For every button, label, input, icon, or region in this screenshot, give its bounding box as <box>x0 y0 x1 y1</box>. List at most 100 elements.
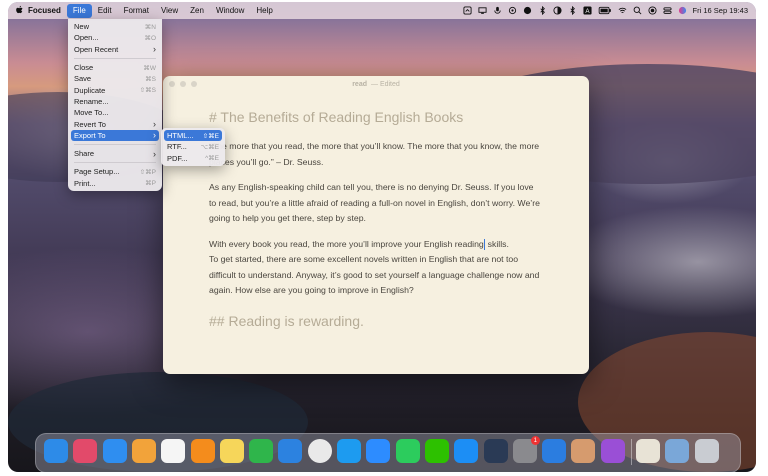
system-preferences-icon[interactable]: 1 <box>512 436 540 463</box>
submenu-item-html[interactable]: HTML... ⇧⌘E <box>164 130 222 142</box>
screenshot-icon[interactable] <box>462 6 472 15</box>
window-titlebar[interactable]: read — Edited <box>163 76 589 92</box>
menu-bar: Focused File Edit Format View Zen Window… <box>8 2 756 19</box>
menu-item-shortcut: ⌘P <box>145 180 156 188</box>
menu-item-revert-to[interactable]: Revert To › <box>68 118 162 129</box>
menu-separator <box>74 143 156 145</box>
notes-icon[interactable] <box>219 439 244 463</box>
quicktime-icon[interactable] <box>483 439 508 463</box>
wechat-icon[interactable] <box>424 439 449 463</box>
display-icon[interactable] <box>477 6 487 15</box>
menu-item-label: HTML... <box>167 131 194 141</box>
chevron-right-icon: › <box>153 130 156 141</box>
menu-item-label: Print... <box>74 178 96 188</box>
menu-item-duplicate[interactable]: Duplicate ⇧⌘S <box>68 84 162 95</box>
menu-item-share[interactable]: Share › <box>68 148 162 159</box>
file-menu: New ⌘N Open... ⌘O Open Recent › Close ⌘W Sav… <box>68 19 162 191</box>
pages-icon[interactable] <box>190 439 215 463</box>
numbers-icon[interactable] <box>249 439 274 463</box>
chevron-right-icon: › <box>153 119 156 130</box>
desktop: Focused File Edit Format View Zen Window… <box>8 2 756 472</box>
launchpad-icon[interactable] <box>73 439 98 463</box>
bluetooth-icon[interactable] <box>568 6 577 15</box>
menu-item-page-setup[interactable]: Page Setup... ⇧⌘P <box>68 166 162 177</box>
menu-item-shortcut: ⇧⌘P <box>139 168 156 176</box>
submenu-item-rtf[interactable]: RTF... ⌥⌘E <box>161 141 225 152</box>
menu-item-print[interactable]: Print... ⌘P <box>68 178 162 189</box>
traffic-lights <box>169 81 197 87</box>
close-window-button[interactable] <box>169 81 175 87</box>
chevron-right-icon: › <box>153 44 156 55</box>
colorsync-icon[interactable] <box>571 439 596 463</box>
window-edited-status: — Edited <box>371 80 400 88</box>
dock: 1 <box>35 433 741 472</box>
menu-window[interactable]: Window <box>210 2 250 19</box>
chrome-icon[interactable] <box>307 439 332 463</box>
wifi-icon[interactable] <box>618 6 627 15</box>
paragraph-1-rest: more that you read, the more that you’ll… <box>209 141 540 167</box>
menu-item-label: Share <box>74 149 95 159</box>
menu-item-save[interactable]: Save ⌘S <box>68 73 162 84</box>
siri-icon[interactable] <box>678 6 687 15</box>
keynote-icon[interactable] <box>278 439 303 463</box>
menu-item-label: PDF... <box>167 153 188 163</box>
trash-icon[interactable] <box>694 439 719 463</box>
menu-item-label: Save <box>74 74 92 84</box>
apple-icon[interactable] <box>15 5 24 15</box>
menu-item-rename[interactable]: Rename... <box>68 96 162 107</box>
contrast-icon[interactable] <box>552 6 562 15</box>
menu-item-move-to[interactable]: Move To... <box>68 107 162 118</box>
menu-item-shortcut: ⌥⌘E <box>200 143 219 151</box>
search-icon[interactable] <box>633 6 642 15</box>
focused-icon[interactable] <box>542 439 567 463</box>
reminders-icon[interactable] <box>161 439 186 463</box>
bluetooth-icon[interactable] <box>538 6 547 15</box>
heading-2: ## Reading is rewarding. <box>209 312 364 329</box>
zoom-icon[interactable] <box>366 439 391 463</box>
heading-1: # The Benefits of Reading English Books <box>209 109 464 125</box>
editor-text-area[interactable]: # The Benefits of Reading English Books … <box>163 109 589 329</box>
microphone-icon[interactable] <box>493 6 502 15</box>
menu-item-open-recent[interactable]: Open Recent › <box>68 44 162 55</box>
menu-item-open[interactable]: Open... ⌘O <box>68 32 162 43</box>
radio-icon[interactable] <box>508 6 517 15</box>
menu-item-label: Open... <box>74 33 99 43</box>
editor-window: read — Edited # The Benefits of Reading … <box>163 76 589 374</box>
menu-item-shortcut: ⌘S <box>145 75 156 83</box>
control-center-icon[interactable] <box>662 6 672 15</box>
paragraph-4: To get started, there are some excellent… <box>209 254 540 295</box>
keyboard-input-icon[interactable]: A <box>582 6 592 15</box>
screen-record-icon[interactable] <box>647 6 657 15</box>
paragraph-3-start: With every book you read, the more you’l… <box>209 238 484 249</box>
preview-icon[interactable] <box>600 439 625 463</box>
menu-item-new[interactable]: New ⌘N <box>68 21 162 32</box>
minimize-window-button[interactable] <box>180 81 186 87</box>
menu-item-export-to[interactable]: Export To › <box>71 129 159 141</box>
skype-icon[interactable] <box>337 439 361 463</box>
documents-folder-icon[interactable] <box>665 439 690 463</box>
export-submenu: HTML... ⇧⌘E RTF... ⌥⌘E PDF... ^⌘E <box>161 128 225 166</box>
paragraph-3-end: skills. <box>485 238 509 249</box>
menu-zen[interactable]: Zen <box>184 2 210 19</box>
submenu-item-pdf[interactable]: PDF... ^⌘E <box>161 153 225 164</box>
menu-separator <box>74 57 156 59</box>
photos-icon[interactable] <box>131 439 156 463</box>
dock-separator <box>631 439 632 465</box>
app-store-icon[interactable] <box>454 439 479 463</box>
window-title: read <box>352 80 367 88</box>
menu-clock[interactable]: Fri 16 Sep 19:43 <box>693 6 748 15</box>
menu-item-shortcut: ⌘N <box>144 23 156 31</box>
downloads-folder-icon[interactable] <box>636 439 660 463</box>
zoom-window-button[interactable] <box>191 81 197 87</box>
menu-file[interactable]: File <box>66 3 92 18</box>
menu-view[interactable]: View <box>155 2 184 19</box>
whatsapp-icon[interactable] <box>395 439 420 463</box>
safari-icon[interactable] <box>102 439 127 463</box>
menu-item-close[interactable]: Close ⌘W <box>68 62 162 73</box>
battery-icon[interactable] <box>598 6 612 15</box>
menu-format[interactable]: Format <box>118 2 155 19</box>
focus-moon-icon[interactable] <box>523 6 532 15</box>
menu-help[interactable]: Help <box>250 2 278 19</box>
menu-edit[interactable]: Edit <box>92 2 118 19</box>
finder-icon[interactable] <box>44 439 68 463</box>
